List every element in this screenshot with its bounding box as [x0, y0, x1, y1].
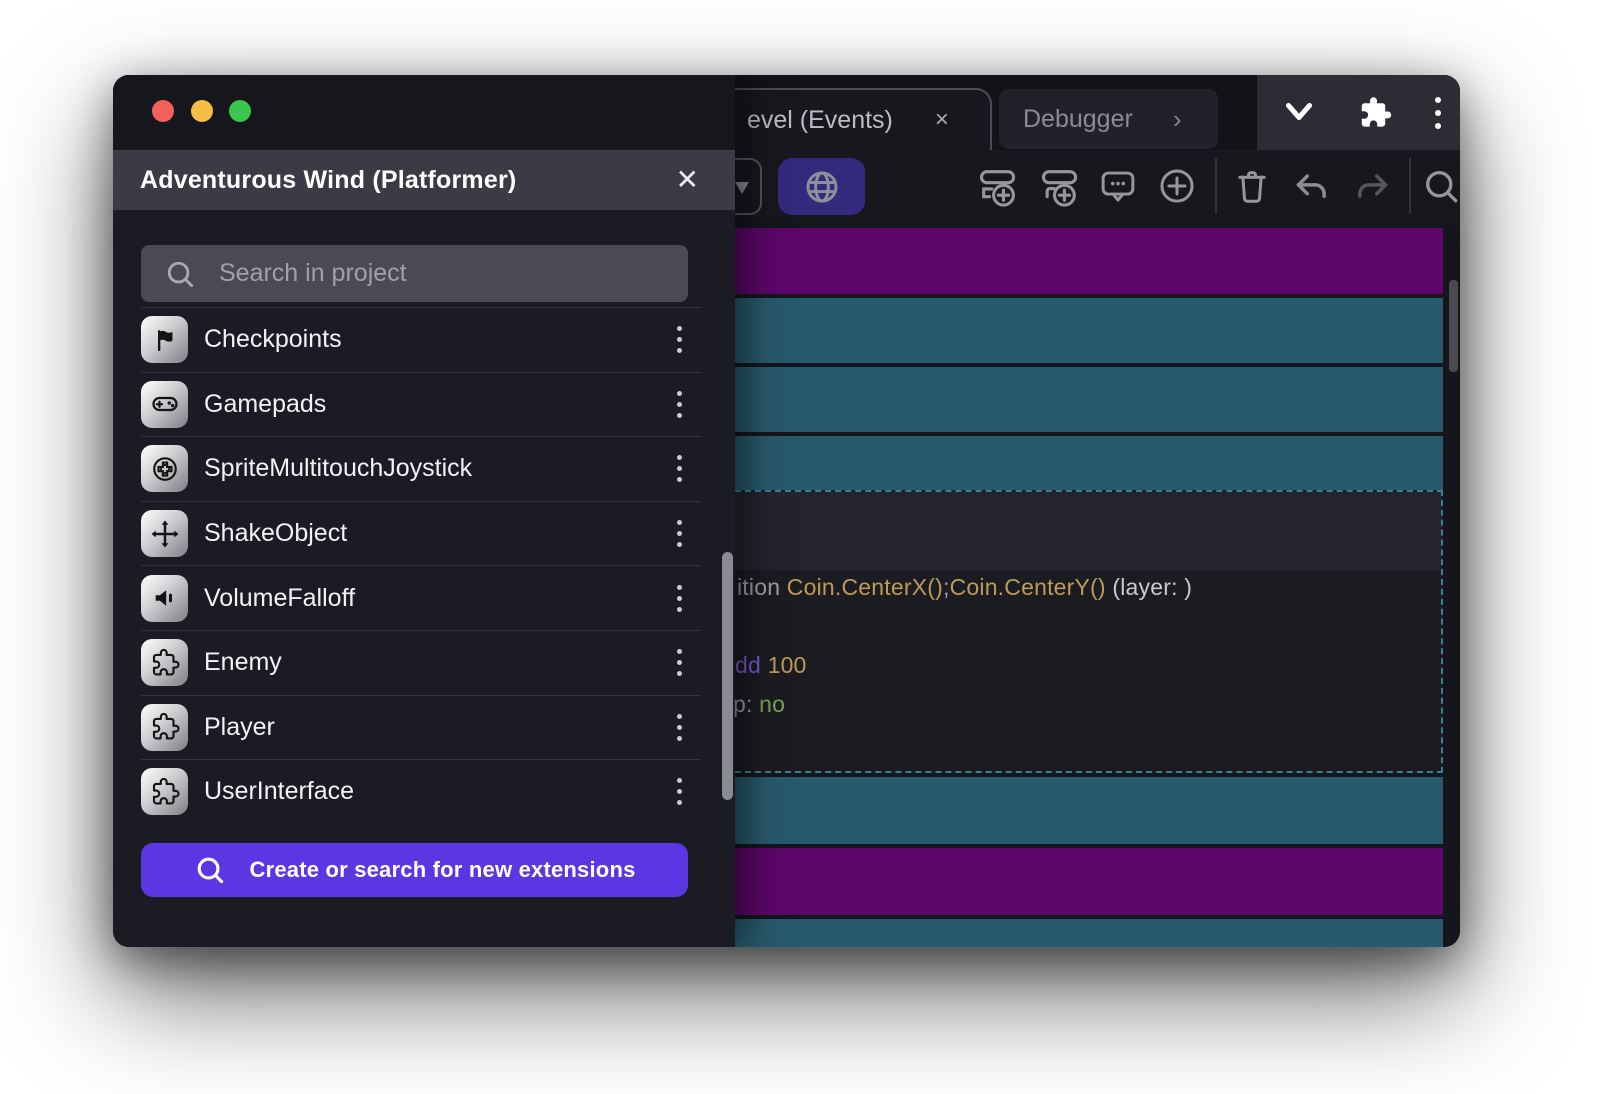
create-extension-button[interactable]: Create or search for new extensions: [141, 843, 688, 897]
tab-debugger-label: Debugger: [1023, 105, 1133, 134]
delete-button[interactable]: [1230, 164, 1274, 208]
add-subevent-button[interactable]: [1038, 164, 1082, 208]
joystick-icon: [141, 445, 188, 492]
kebab-menu-icon[interactable]: [1432, 93, 1444, 133]
puzzle-icon: [141, 704, 188, 751]
tab-close-icon[interactable]: ×: [935, 106, 949, 134]
move-arrows-icon: [141, 510, 188, 557]
item-menu-icon[interactable]: [665, 326, 693, 353]
chevron-right-icon[interactable]: ›: [1173, 104, 1182, 135]
item-menu-icon[interactable]: [665, 455, 693, 482]
search-placeholder: Search in project: [219, 259, 407, 288]
project-title: Adventurous Wind (Platformer): [140, 166, 516, 195]
app-window: evel (Events) × Debugger ›: [113, 75, 1460, 947]
events-scrollbar[interactable]: [1449, 280, 1458, 372]
list-item-checkpoints[interactable]: Checkpoints: [141, 307, 701, 372]
chevron-down-icon[interactable]: [1281, 98, 1317, 128]
list-item-player[interactable]: Player: [141, 695, 701, 760]
list-item-volumefalloff[interactable]: VolumeFalloff: [141, 565, 701, 630]
add-event-button[interactable]: [976, 164, 1020, 208]
list-item-shakeobject[interactable]: ShakeObject: [141, 501, 701, 566]
add-circle-button[interactable]: [1155, 164, 1199, 208]
list-item-gamepads[interactable]: Gamepads: [141, 372, 701, 437]
add-comment-button[interactable]: [1096, 164, 1140, 208]
zoom-window-button[interactable]: [229, 100, 251, 122]
project-manager-drawer: Adventurous Wind (Platformer) ✕ Search i…: [113, 75, 735, 947]
dropdown-arrow-icon: [732, 176, 754, 198]
puzzle-icon: [141, 639, 188, 686]
globe-icon: [801, 166, 843, 208]
undo-button[interactable]: [1290, 164, 1334, 208]
list-item-label: UserInterface: [204, 777, 354, 806]
list-item-userinterface[interactable]: UserInterface: [141, 759, 701, 824]
search-icon: [193, 853, 227, 887]
flag-icon: [141, 316, 188, 363]
drawer-scrollbar[interactable]: [722, 552, 733, 800]
redo-button[interactable]: [1350, 164, 1394, 208]
list-item-label: Enemy: [204, 648, 282, 677]
item-menu-icon[interactable]: [665, 714, 693, 741]
toolbar-divider: [1409, 158, 1411, 214]
list-item-spritemultitouchjoystick[interactable]: SpriteMultitouchJoystick: [141, 436, 701, 501]
tab-debugger[interactable]: Debugger ›: [999, 89, 1218, 149]
close-drawer-icon[interactable]: ✕: [676, 164, 699, 196]
speaker-icon: [141, 575, 188, 622]
create-extension-label: Create or search for new extensions: [249, 857, 635, 883]
puzzle-icon: [141, 768, 188, 815]
window-actions-panel: [1257, 75, 1460, 150]
search-icon: [163, 257, 197, 291]
tab-level-events-label: evel (Events): [747, 106, 893, 135]
minimize-window-button[interactable]: [191, 100, 213, 122]
page-background: evel (Events) × Debugger ›: [0, 0, 1604, 1094]
list-item-label: Checkpoints: [204, 325, 342, 354]
item-menu-icon[interactable]: [665, 649, 693, 676]
item-menu-icon[interactable]: [665, 391, 693, 418]
item-menu-icon[interactable]: [665, 520, 693, 547]
drawer-header: Adventurous Wind (Platformer) ✕: [113, 150, 735, 210]
close-window-button[interactable]: [152, 100, 174, 122]
code-line[interactable]: p: no: [733, 691, 785, 718]
extensions-puzzle-icon[interactable]: [1357, 95, 1393, 131]
item-menu-icon[interactable]: [665, 585, 693, 612]
list-item-label: SpriteMultitouchJoystick: [204, 454, 472, 483]
list-item-label: Player: [204, 713, 275, 742]
gamepad-icon: [141, 381, 188, 428]
list-item-label: ShakeObject: [204, 519, 347, 548]
item-menu-icon[interactable]: [665, 778, 693, 805]
search-input[interactable]: Search in project: [141, 245, 688, 302]
toolbar-divider: [1215, 158, 1217, 214]
code-line[interactable]: ition Coin.CenterX();Coin.CenterY() (lay…: [737, 574, 1192, 601]
globe-button[interactable]: [778, 158, 865, 215]
list-item-label: Gamepads: [204, 390, 326, 419]
search-events-button[interactable]: [1419, 164, 1460, 208]
list-item-enemy[interactable]: Enemy: [141, 630, 701, 695]
list-item-label: VolumeFalloff: [204, 584, 355, 613]
macos-titlebar: [113, 75, 735, 150]
extensions-list: Checkpoints Gamepads: [141, 307, 701, 824]
